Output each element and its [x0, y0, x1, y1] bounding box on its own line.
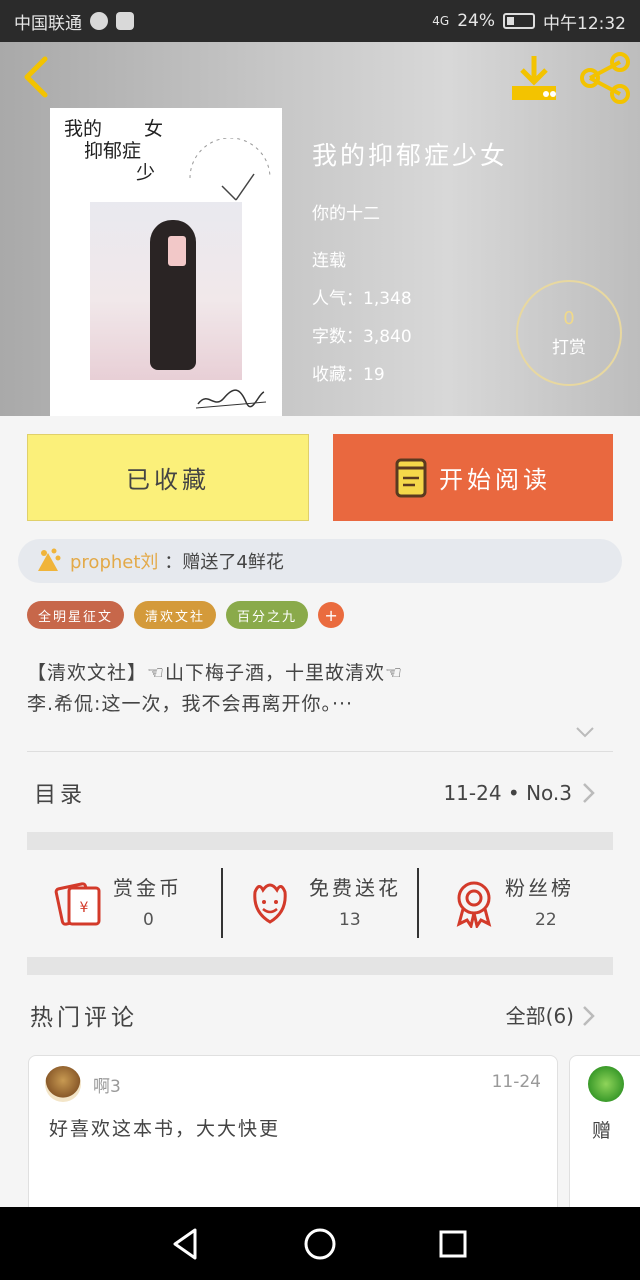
- catalog-row[interactable]: 目录 11-24 • No.3: [0, 756, 640, 830]
- start-reading-button[interactable]: 开始阅读: [333, 434, 613, 521]
- download-icon: [512, 56, 556, 100]
- add-tag-button[interactable]: +: [318, 602, 345, 628]
- flower-gift-icon: [38, 548, 61, 571]
- book-header: 我的 女 抑郁症 少 我的抑郁症少女 你的十二 连载 人气：1,348 字数：3…: [0, 42, 640, 416]
- favorited-button[interactable]: 已收藏: [27, 434, 309, 521]
- battery-icon: [503, 13, 535, 29]
- nav-home-icon[interactable]: [300, 1224, 340, 1264]
- stat-label: 赏金币: [113, 876, 182, 900]
- book-cover[interactable]: 我的 女 抑郁症 少: [50, 108, 282, 416]
- reward-button[interactable]: 0 打赏: [516, 280, 622, 386]
- hot-comments-title: 热门评论: [30, 1005, 138, 1031]
- cover-title: 抑郁症: [84, 140, 142, 162]
- avatar[interactable]: [588, 1066, 624, 1102]
- system-nav-bar: [0, 1207, 640, 1280]
- gift-user-name[interactable]: prophet刘: [70, 548, 158, 574]
- status-bar: 中国联通 4G 24% 中午12:32: [0, 0, 640, 42]
- wechat-icon: [116, 12, 134, 30]
- comment-card[interactable]: 啊3 11-24 好喜欢这本书，大大快更: [28, 1055, 558, 1215]
- clock: 中午12:32: [543, 13, 626, 34]
- tag-item[interactable]: 清欢文社: [134, 601, 217, 629]
- svg-text:¥: ¥: [80, 900, 89, 916]
- tag-item[interactable]: 百分之九: [226, 601, 309, 629]
- book-author[interactable]: 你的十二: [312, 199, 380, 224]
- carrier-label: 中国联通: [14, 13, 82, 34]
- cover-phone: [168, 236, 186, 266]
- comment-text: 赠: [592, 1120, 612, 1142]
- chevron-right-icon[interactable]: [580, 1004, 596, 1028]
- cover-title: 女: [144, 118, 164, 140]
- fans-rank-cell[interactable]: 粉丝榜 22: [419, 850, 613, 958]
- comment-card[interactable]: 赠: [569, 1055, 640, 1215]
- popularity-stat: 人气：1,348: [312, 289, 412, 309]
- share-button[interactable]: [578, 52, 632, 104]
- favorites-stat: 收藏：19: [312, 365, 385, 385]
- stat-label: 免费送花: [309, 876, 401, 900]
- word-count-stat: 字数：3,840: [312, 327, 412, 347]
- comment-user[interactable]: 啊3: [93, 1072, 121, 1097]
- stat-value: 0: [143, 910, 154, 930]
- reward-count: 0: [563, 308, 575, 329]
- chevron-down-icon[interactable]: [573, 722, 597, 742]
- book-icon: [395, 458, 427, 497]
- divider: [27, 751, 613, 752]
- avatar[interactable]: [45, 1066, 81, 1102]
- stat-value: 22: [535, 910, 557, 930]
- gift-message: ：赠送了4鲜花: [164, 552, 284, 573]
- description-line: 李.希侃:这一次，我不会再离开你。···: [27, 693, 354, 715]
- back-arrow-icon: [24, 56, 48, 98]
- tag-list: 全明星征文 清欢文社 百分之九 +: [27, 601, 345, 629]
- all-comments-link[interactable]: 全部(6): [506, 1000, 574, 1029]
- signal-label: 4G: [432, 14, 450, 28]
- red-envelope-icon: ¥: [54, 882, 101, 926]
- flower-gift-banner[interactable]: prophet刘 ：赠送了4鲜花: [18, 539, 622, 583]
- flower-smile-icon: [253, 883, 287, 924]
- stat-value: 13: [339, 910, 361, 930]
- battery-percent: 24%: [457, 11, 495, 31]
- favorited-label: 已收藏: [126, 466, 210, 494]
- section-divider: [27, 957, 613, 975]
- cover-illustration: [90, 202, 242, 380]
- free-flower-cell[interactable]: 免费送花 13: [223, 850, 417, 958]
- tag-item[interactable]: 全明星征文: [27, 601, 125, 629]
- comment-text: 好喜欢这本书，大大快更: [49, 1118, 281, 1140]
- latest-chapter: 11-24 • No.3: [443, 781, 572, 805]
- comment-date: 11-24: [491, 1072, 541, 1092]
- nav-back-icon[interactable]: [167, 1224, 207, 1264]
- globe-icon: [90, 12, 108, 30]
- share-icon: [580, 52, 630, 104]
- catalog-label: 目录: [34, 783, 87, 808]
- section-divider: [27, 832, 613, 850]
- description-line: 【清欢文社】☜山下梅子酒，十里故清欢☜: [27, 662, 404, 684]
- download-button[interactable]: [508, 52, 560, 104]
- support-stats: ¥ 赏金币 0 免费送花 13 粉丝榜 22: [27, 850, 613, 958]
- book-title: 我的抑郁症少女: [312, 141, 509, 170]
- stat-label: 粉丝榜: [505, 876, 574, 900]
- coin-reward-cell[interactable]: ¥ 赏金币 0: [27, 850, 221, 958]
- book-status: 连载: [312, 251, 346, 271]
- chevron-right-icon: [583, 783, 595, 803]
- cover-title: 少: [136, 162, 156, 184]
- book-description[interactable]: 【清欢文社】☜山下梅子酒，十里故清欢☜ 李.希侃:这一次，我不会再离开你。···: [27, 658, 613, 720]
- nav-recent-icon[interactable]: [433, 1224, 473, 1264]
- start-reading-label: 开始阅读: [439, 466, 551, 494]
- back-button[interactable]: [16, 54, 56, 100]
- reward-label: 打赏: [552, 338, 586, 358]
- medal-icon: [456, 881, 492, 928]
- cover-signature: [195, 389, 267, 409]
